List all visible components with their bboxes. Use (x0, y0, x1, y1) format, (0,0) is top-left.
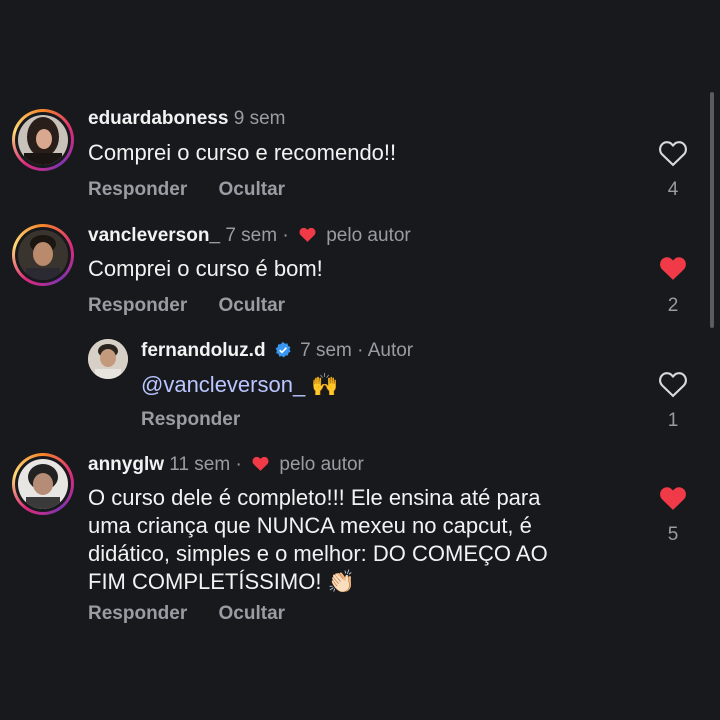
comment-meta: annyglw 11 sem · pelo autor (88, 454, 364, 476)
clapping-hands-emoji: 👏🏻 (327, 570, 355, 595)
heart-filled-icon (299, 227, 316, 242)
like-count: 4 (667, 179, 679, 200)
username[interactable]: fernandoluz.d (141, 340, 266, 361)
heart-filled-icon (252, 456, 269, 471)
timestamp: 11 sem · (169, 454, 242, 475)
comment-meta: fernandoluz.d 7 sem · Autor (141, 340, 413, 362)
like-count: 2 (667, 295, 679, 316)
avatar[interactable] (12, 224, 74, 286)
reply-button[interactable]: Responder (88, 603, 187, 625)
hide-button[interactable]: Ocultar (219, 179, 286, 201)
scrollbar[interactable] (710, 92, 714, 328)
avatar-photo (18, 459, 68, 509)
comment-actions: Responder Ocultar (88, 295, 311, 317)
comment-meta: vancleverson_ 7 sem · pelo autor (88, 225, 411, 247)
hide-button[interactable]: Ocultar (219, 603, 286, 625)
avatar[interactable] (12, 453, 74, 515)
username[interactable]: eduardaboness (88, 108, 228, 129)
comment-meta: eduardaboness 9 sem (88, 108, 285, 130)
comment-text-line: uma criança que NUNCA mexeu no capcut, é (88, 513, 532, 538)
reply-button[interactable]: Responder (88, 179, 187, 201)
timestamp: 7 sem · Autor (300, 340, 414, 361)
comment-actions: Responder (141, 409, 266, 431)
heart-outline-icon[interactable] (658, 370, 688, 398)
hide-button[interactable]: Ocultar (219, 295, 286, 317)
heart-filled-icon[interactable] (658, 484, 688, 512)
heart-outline-icon[interactable] (658, 139, 688, 167)
like-count: 5 (667, 524, 679, 545)
username[interactable]: vancleverson_ (88, 225, 220, 246)
comment-text: Comprei o curso e recomendo!! (88, 140, 397, 165)
verified-badge-icon (275, 341, 291, 358)
comment-text: @vancleverson_ 🙌 (141, 371, 339, 400)
liked-by-author-label: pelo autor (279, 454, 364, 475)
comment-actions: Responder Ocultar (88, 179, 311, 201)
liked-by-author-label: pelo autor (326, 225, 411, 246)
reply-button[interactable]: Responder (88, 295, 187, 317)
timestamp: 7 sem · (225, 225, 289, 246)
reply-button[interactable]: Responder (141, 409, 240, 431)
username[interactable]: annyglw (88, 454, 164, 475)
heart-filled-icon[interactable] (658, 254, 688, 282)
avatar-photo (18, 230, 68, 280)
timestamp: 9 sem (233, 108, 286, 129)
raising-hands-emoji: 🙌 (311, 373, 339, 398)
avatar[interactable] (88, 339, 128, 379)
avatar[interactable] (12, 109, 74, 171)
comment-text-line: didático, simples e o melhor: DO COMEÇO … (88, 541, 548, 566)
comment-text-line: O curso dele é completo!!! Ele ensina at… (88, 485, 541, 510)
comment-text: O curso dele é completo!!! Ele ensina at… (88, 484, 648, 597)
comment-actions: Responder Ocultar (88, 603, 311, 625)
comment-text-line-last: FIM COMPLETÍSSIMO! 👏🏻 (88, 568, 648, 597)
like-count: 1 (667, 410, 679, 431)
avatar-photo (18, 115, 68, 165)
comment-text-line: FIM COMPLETÍSSIMO! (88, 569, 322, 594)
mention-link[interactable]: @vancleverson_ (141, 372, 305, 397)
comment-text: Comprei o curso é bom! (88, 256, 323, 281)
